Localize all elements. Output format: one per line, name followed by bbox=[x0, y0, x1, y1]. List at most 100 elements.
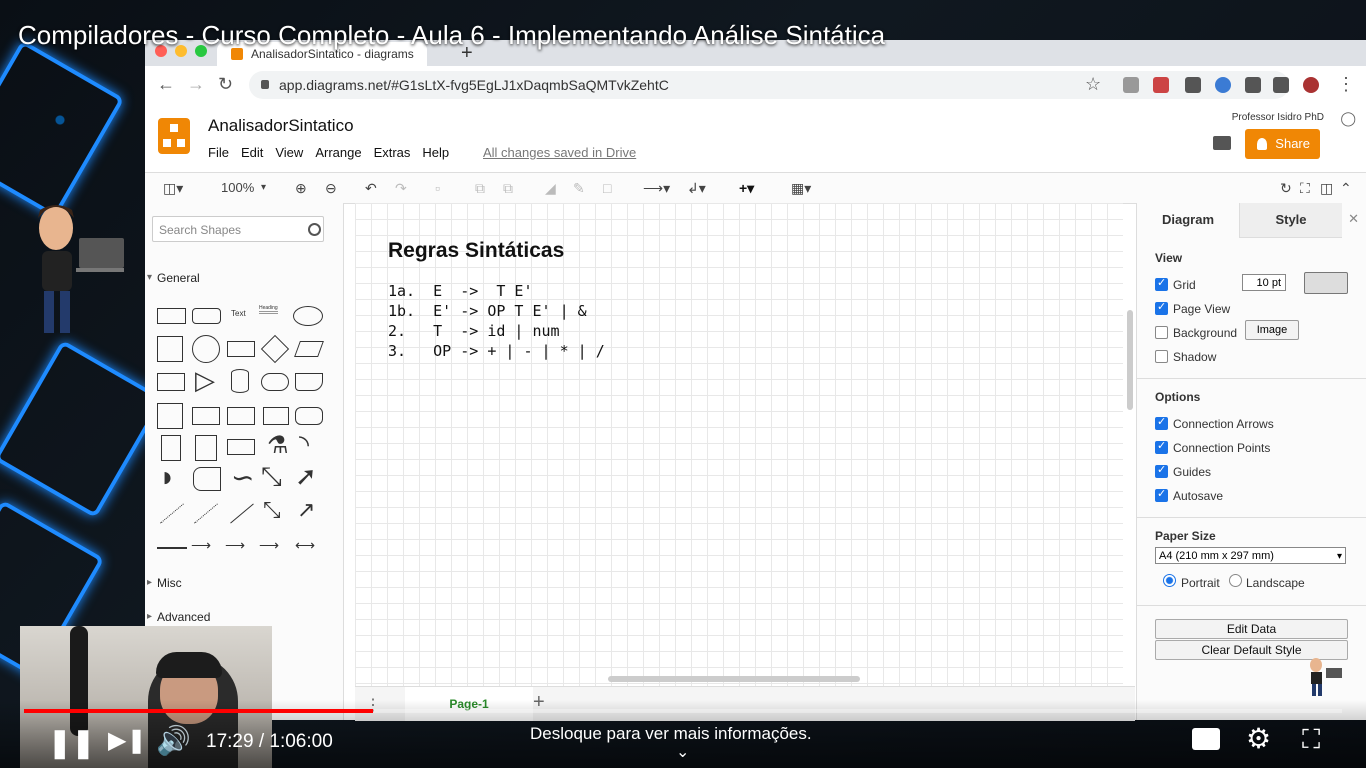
forward-arrow-icon[interactable]: → bbox=[187, 74, 205, 95]
circle-shape[interactable] bbox=[192, 335, 220, 363]
line-shape[interactable] bbox=[230, 503, 254, 524]
search-shapes-input[interactable]: Search Shapes bbox=[152, 216, 324, 242]
chevron-down-icon[interactable]: ⌄ bbox=[676, 742, 689, 762]
undo-icon[interactable]: ↶ bbox=[365, 180, 377, 197]
next-icon[interactable]: ▶❚ bbox=[108, 726, 147, 755]
image-button[interactable]: Image bbox=[1245, 320, 1299, 340]
bidirectional-arrow-shape[interactable]: ⤡ bbox=[261, 461, 282, 493]
tape-shape[interactable] bbox=[295, 407, 323, 425]
extension-icon[interactable] bbox=[1123, 77, 1139, 93]
zoom-out-icon[interactable]: ⊖ bbox=[325, 180, 337, 197]
section-advanced[interactable]: Advanced bbox=[147, 610, 210, 624]
document-shape[interactable] bbox=[295, 373, 323, 391]
reload-icon[interactable]: ↻ bbox=[218, 74, 233, 95]
media-icon[interactable] bbox=[1273, 77, 1289, 93]
paper-size-select[interactable]: A4 (210 mm x 297 mm) ▾ bbox=[1155, 547, 1346, 564]
menu-extras[interactable]: Extras bbox=[374, 145, 411, 160]
guides-checkbox[interactable]: Guides bbox=[1155, 463, 1211, 479]
table-icon[interactable]: ▦▾ bbox=[791, 180, 811, 197]
shadow-icon[interactable]: □ bbox=[603, 180, 611, 196]
fullscreen-icon[interactable]: ↻ bbox=[1280, 180, 1292, 197]
menu-arrange[interactable]: Arrange bbox=[315, 145, 361, 160]
connection-arrows-checkbox[interactable]: Connection Arrows bbox=[1155, 415, 1274, 431]
link-shape[interactable] bbox=[157, 547, 187, 549]
cloud-shape[interactable] bbox=[261, 373, 289, 391]
zoom-dropdown-icon[interactable]: ▾ bbox=[261, 182, 266, 193]
dashed-line-shape[interactable] bbox=[160, 503, 184, 524]
tab-diagram[interactable]: Diagram bbox=[1137, 203, 1239, 237]
diagram-title-text[interactable]: Regras Sintáticas bbox=[388, 239, 564, 263]
connector-label-shape[interactable]: ⟶ bbox=[225, 537, 245, 554]
callout-shape[interactable] bbox=[227, 439, 255, 455]
search-icon[interactable] bbox=[308, 223, 321, 236]
portrait-radio[interactable] bbox=[1163, 574, 1176, 587]
user-name[interactable]: Professor Isidro PhD bbox=[1232, 112, 1324, 123]
parallelogram-shape[interactable] bbox=[294, 341, 324, 357]
connector-2-shape[interactable]: ⟷ bbox=[295, 537, 315, 554]
pause-icon[interactable]: ❚❚ bbox=[48, 726, 95, 759]
document-title[interactable]: AnalisadorSintatico bbox=[208, 116, 354, 136]
settings-gear-icon[interactable]: ⚙ bbox=[1246, 722, 1271, 755]
connector-arrow-shape[interactable]: ⟶ bbox=[191, 537, 211, 554]
exit-fullscreen-icon[interactable]: ⛶ bbox=[1302, 724, 1320, 756]
dotted-line-shape[interactable] bbox=[194, 503, 218, 524]
or-shape[interactable]: ◝ bbox=[299, 429, 309, 460]
rounded-rectangle-shape[interactable] bbox=[192, 308, 221, 324]
collapse-icon[interactable]: ⌃ bbox=[1340, 180, 1352, 197]
syntax-rules-text[interactable]: 1a. E -> T E' 1b. E' -> OP T E' | & 2. T -… bbox=[388, 281, 605, 361]
triangle-shape[interactable]: ▷ bbox=[195, 365, 215, 396]
volume-icon[interactable]: 🔊 bbox=[156, 724, 191, 757]
puzzle-icon[interactable] bbox=[1245, 77, 1261, 93]
video-progress-bar[interactable] bbox=[24, 709, 1342, 713]
text-shape[interactable]: Text bbox=[231, 309, 246, 318]
step-shape[interactable] bbox=[227, 407, 255, 425]
line-color-icon[interactable]: ✎ bbox=[573, 180, 585, 197]
connection-icon[interactable]: ⟶▾ bbox=[643, 180, 670, 197]
extension-icon[interactable] bbox=[1215, 77, 1231, 93]
shadow-checkbox[interactable]: Shadow bbox=[1155, 350, 1216, 364]
portrait-label[interactable]: Portrait bbox=[1181, 576, 1220, 590]
more-menu-icon[interactable]: ⋮ bbox=[1337, 74, 1355, 95]
section-misc[interactable]: Misc bbox=[147, 576, 182, 590]
trapezoid-shape[interactable] bbox=[263, 407, 289, 425]
bidirectional-connector-shape[interactable]: ⤡ bbox=[263, 497, 281, 523]
menu-edit[interactable]: Edit bbox=[241, 145, 263, 160]
insert-icon[interactable]: +▾ bbox=[739, 180, 754, 197]
grid-size-input[interactable]: 10 pt bbox=[1242, 274, 1286, 291]
redo-icon[interactable]: ↷ bbox=[395, 180, 407, 197]
zoom-select[interactable]: 100% bbox=[221, 180, 254, 195]
tab-style[interactable]: Style bbox=[1239, 203, 1342, 238]
note-shape[interactable] bbox=[161, 435, 181, 461]
card-shape[interactable] bbox=[195, 435, 217, 461]
profile-avatar-icon[interactable] bbox=[1303, 77, 1319, 93]
connector-shape[interactable]: ⟶ bbox=[259, 537, 279, 554]
format-panel-icon[interactable]: ◫▾ bbox=[163, 180, 183, 197]
fit-icon[interactable]: ⛶ bbox=[1300, 180, 1310, 197]
back-arrow-icon[interactable]: ← bbox=[157, 74, 175, 95]
share-button[interactable]: Share bbox=[1245, 129, 1320, 159]
internal-storage-shape[interactable] bbox=[157, 403, 183, 429]
vertical-scrollbar[interactable] bbox=[1127, 310, 1133, 410]
zoom-in-icon[interactable]: ⊕ bbox=[295, 180, 307, 197]
fill-color-icon[interactable]: ◢ bbox=[545, 180, 556, 197]
actor-shape[interactable]: ⚗ bbox=[267, 431, 289, 460]
ellipse-shape[interactable] bbox=[293, 306, 323, 326]
process-shape[interactable] bbox=[227, 341, 255, 357]
extension-icon[interactable] bbox=[1185, 77, 1201, 93]
diagram-canvas[interactable]: Regras Sintáticas 1a. E -> T E' 1b. E' ->… bbox=[355, 203, 1123, 686]
grid-color-button[interactable] bbox=[1304, 272, 1348, 294]
waypoints-icon[interactable]: ↲▾ bbox=[687, 180, 706, 197]
delete-icon[interactable]: ▫ bbox=[435, 180, 440, 196]
directional-connector-shape[interactable]: ↗ bbox=[297, 497, 315, 523]
menu-help[interactable]: Help bbox=[422, 145, 449, 160]
diamond-shape[interactable] bbox=[260, 334, 290, 364]
page-view-checkbox[interactable]: Page View bbox=[1155, 300, 1230, 316]
delay-shape[interactable]: ◗ bbox=[159, 461, 176, 493]
curve-shape[interactable]: ∽ bbox=[231, 461, 254, 494]
heading-shape[interactable]: Heading bbox=[259, 305, 278, 314]
background-checkbox[interactable]: Background bbox=[1155, 326, 1237, 340]
cylinder-shape[interactable] bbox=[231, 369, 249, 393]
to-front-icon[interactable]: ⧉ bbox=[475, 180, 485, 197]
globe-icon[interactable]: ◯ bbox=[1340, 110, 1356, 127]
close-panel-icon[interactable]: ✕ bbox=[1348, 211, 1359, 227]
